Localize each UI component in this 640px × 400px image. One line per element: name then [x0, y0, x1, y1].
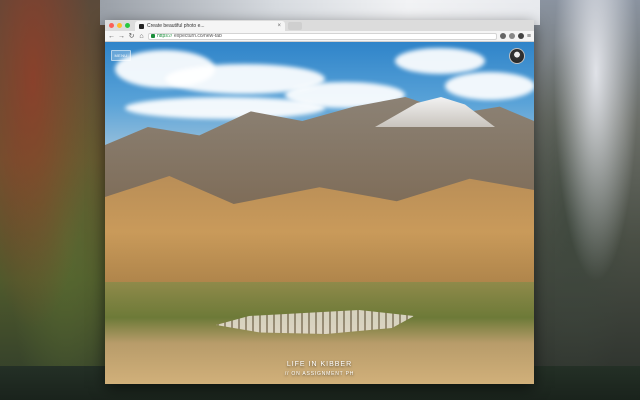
favicon-icon	[139, 23, 144, 29]
cloud	[125, 97, 325, 119]
cloud	[395, 48, 485, 74]
new-tab-button[interactable]	[288, 22, 302, 30]
wallpaper-mountain-left	[0, 0, 110, 400]
tab-bar: Create beautiful photo e... ×	[105, 20, 534, 31]
url-scheme: https://	[157, 32, 173, 39]
tab-title: Create beautiful photo e...	[147, 23, 205, 29]
url-path: expecturn.co/new-tab	[174, 32, 222, 39]
extension-icon[interactable]	[499, 33, 506, 39]
minimize-window-button[interactable]	[117, 23, 122, 28]
home-icon[interactable]: ⌂	[138, 32, 145, 41]
address-bar[interactable]: https://expecturn.co/new-tab	[148, 32, 497, 40]
browser-window: Create beautiful photo e... × ← → ↻ ⌂ ht…	[105, 20, 534, 384]
lock-icon	[151, 34, 155, 38]
cloud	[445, 72, 534, 100]
menu-icon[interactable]: ≡	[527, 32, 531, 41]
extension-icon[interactable]	[508, 33, 515, 39]
reload-icon[interactable]: ↻	[128, 32, 135, 41]
photo-credit[interactable]: // ON ASSIGNMENT PH	[105, 371, 534, 377]
back-icon[interactable]: ←	[108, 32, 115, 41]
close-window-button[interactable]	[109, 23, 114, 28]
tab-active[interactable]: Create beautiful photo e... ×	[135, 21, 285, 31]
extension-icon[interactable]	[517, 33, 524, 39]
wallpaper-mountain-right	[530, 0, 640, 400]
maximize-window-button[interactable]	[125, 23, 130, 28]
close-icon[interactable]: ×	[277, 23, 281, 29]
new-tab-photo: MENU LIFE IN KIBBER // ON ASSIGNMENT PH	[105, 42, 534, 384]
menu-button[interactable]: MENU	[111, 50, 131, 61]
avatar[interactable]	[509, 48, 525, 64]
browser-toolbar: ← → ↻ ⌂ https://expecturn.co/new-tab ≡	[105, 31, 534, 42]
window-controls	[109, 23, 130, 28]
photo-title[interactable]: LIFE IN KIBBER	[105, 361, 534, 368]
forward-icon[interactable]: →	[118, 32, 125, 41]
